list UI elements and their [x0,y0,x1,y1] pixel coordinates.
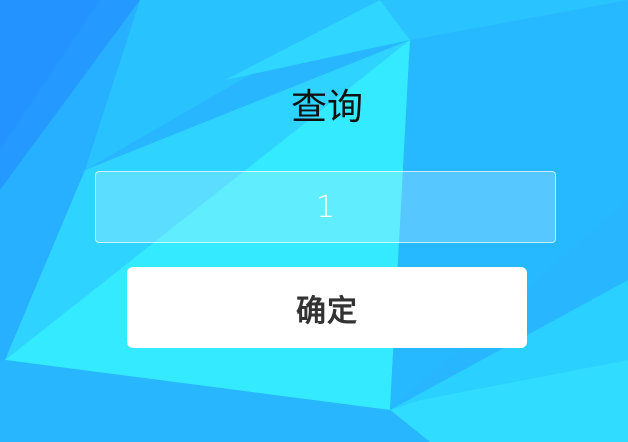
page-title: 查询 [290,87,363,128]
query-input[interactable] [95,171,556,243]
query-screen: 查询 确定 [0,0,628,442]
confirm-button[interactable]: 确定 [127,267,527,348]
